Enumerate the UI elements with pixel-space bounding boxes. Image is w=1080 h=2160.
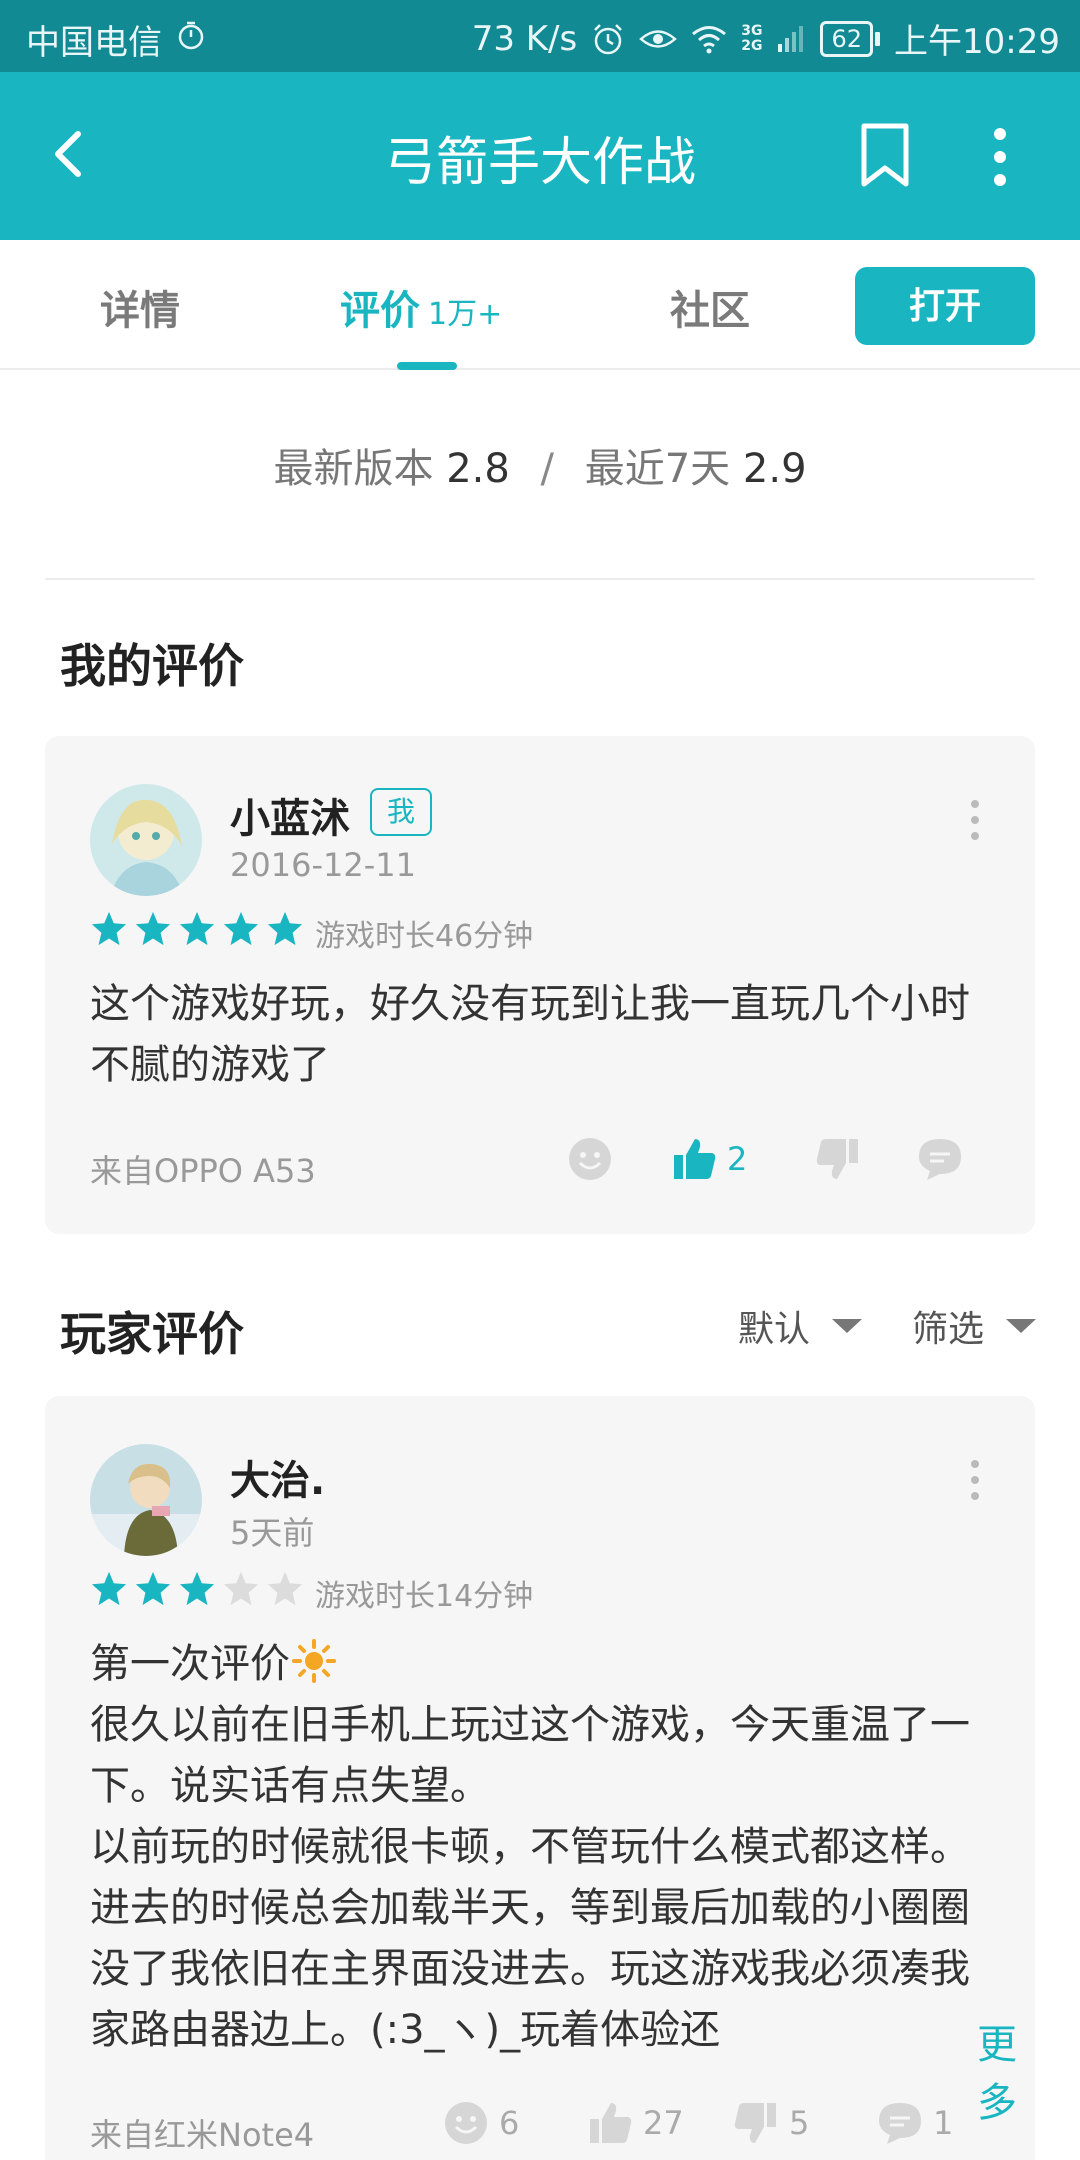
star-rating [90, 910, 304, 948]
avatar[interactable] [90, 784, 202, 896]
star-filled-icon [179, 1571, 215, 1606]
like-button[interactable]: 2 [671, 1136, 747, 1182]
status-bar: 中国电信 73 K/s 3G 2G 62 上午10:29 [0, 0, 1080, 72]
sun-emoji-icon [292, 1639, 336, 1683]
comment-count: 1 [933, 2104, 954, 2142]
player-reviews-title: 玩家评价 [60, 1307, 244, 1361]
tab-community[interactable]: 社区 [670, 278, 750, 336]
review-date: 5天前 [230, 1514, 315, 1552]
thumbs-down-icon [816, 1139, 858, 1179]
bookmark-icon[interactable] [850, 120, 920, 190]
chevron-down-icon [832, 1319, 863, 1333]
more-options-icon[interactable] [965, 796, 985, 846]
carrier-label: 中国电信 [26, 23, 162, 63]
thumbs-up-icon [674, 1139, 716, 1179]
my-review-title: 我的评价 [60, 639, 244, 693]
review-text: 第一次评价 很久以前在旧手机上玩过这个游戏，今天重温了一下。说实话有点失望。 以… [90, 1634, 990, 2064]
smile-button[interactable]: 6 [443, 2100, 519, 2146]
device-label: 来自OPPO A53 [90, 1152, 316, 1190]
comment-button[interactable]: 1 [877, 2100, 953, 2146]
filter-dropdown[interactable]: 筛选 [912, 1300, 1037, 1352]
smile-icon [445, 2102, 487, 2144]
dislike-button[interactable]: 5 [733, 2100, 809, 2146]
username[interactable]: 大治. [230, 1448, 325, 1506]
eye-icon [639, 29, 678, 48]
star-empty-icon [223, 1571, 259, 1606]
review-count: 1万+ [428, 297, 503, 332]
signal-icon [778, 25, 804, 52]
star-filled-icon [179, 911, 215, 946]
dislike-count: 5 [789, 2104, 810, 2142]
star-filled-icon [267, 911, 303, 946]
like-button[interactable]: 27 [587, 2100, 684, 2146]
battery-icon: 62 [820, 20, 881, 57]
comment-icon [919, 1139, 961, 1180]
latest-rating: 2.8 [446, 446, 510, 492]
clock: 上午10:29 [894, 22, 1060, 62]
tab-indicator [397, 362, 457, 370]
network-speed: 73 K/s [471, 18, 578, 59]
chevron-down-icon [1006, 1319, 1037, 1333]
review-date: 2016-12-11 [230, 846, 416, 884]
comment-button[interactable] [917, 1136, 963, 1182]
my-review-card: 小蓝沭 我 2016-12-11 游戏时长46分钟 这个游戏好玩，好久没有玩到让… [45, 736, 1035, 1234]
like-count: 2 [727, 1140, 748, 1178]
alarm-icon [594, 23, 623, 54]
star-filled-icon [135, 911, 171, 946]
recent-rating: 2.9 [742, 446, 807, 492]
more-options-icon[interactable] [975, 122, 1025, 192]
tab-bar: 详情 评价 1万+ 社区 打开 [0, 240, 1080, 370]
smile-count: 6 [499, 2104, 520, 2142]
tab-detail[interactable]: 详情 [100, 278, 180, 336]
smile-icon [569, 1138, 611, 1180]
smile-button[interactable] [567, 1136, 613, 1182]
device-label: 来自红米Note4 [90, 2116, 315, 2154]
open-button[interactable]: 打开 [855, 267, 1035, 345]
stopwatch-icon [178, 21, 204, 50]
sort-dropdown[interactable]: 默认 [738, 1300, 863, 1352]
star-filled-icon [91, 1571, 127, 1606]
app-bar: 弓箭手大作战 [0, 72, 1080, 240]
playtime: 游戏时长46分钟 [315, 919, 534, 954]
comment-icon [879, 2103, 921, 2144]
star-rating [90, 1570, 304, 1608]
version-ratings: 最新版本 2.8 / 最近7天 2.9 [273, 446, 807, 492]
star-filled-icon [91, 911, 127, 946]
star-filled-icon [135, 1571, 171, 1606]
thumbs-down-icon [734, 2103, 776, 2143]
playtime: 游戏时长14分钟 [315, 1579, 534, 1614]
username[interactable]: 小蓝沭 [230, 786, 350, 844]
wifi-icon [692, 25, 727, 53]
star-empty-icon [267, 1571, 303, 1606]
review-text: 这个游戏好玩，好久没有玩到让我一直玩几个小时不腻的游戏了 [90, 981, 970, 1088]
me-badge: 我 [370, 788, 432, 836]
divider [45, 578, 1035, 580]
more-options-icon[interactable] [965, 1456, 985, 1506]
tab-review[interactable]: 评价 1万+ [340, 278, 502, 336]
network-type: 3G 2G [741, 22, 763, 54]
player-review-card: 大治. 5天前 游戏时长14分钟 第一次评价 很久以前在旧手机上玩过这个游戏，今… [45, 1396, 1035, 2160]
star-filled-icon [223, 911, 259, 946]
thumbs-up-icon [590, 2103, 632, 2143]
dislike-button[interactable] [815, 1136, 861, 1182]
like-count: 27 [643, 2104, 684, 2142]
avatar[interactable] [90, 1444, 202, 1556]
